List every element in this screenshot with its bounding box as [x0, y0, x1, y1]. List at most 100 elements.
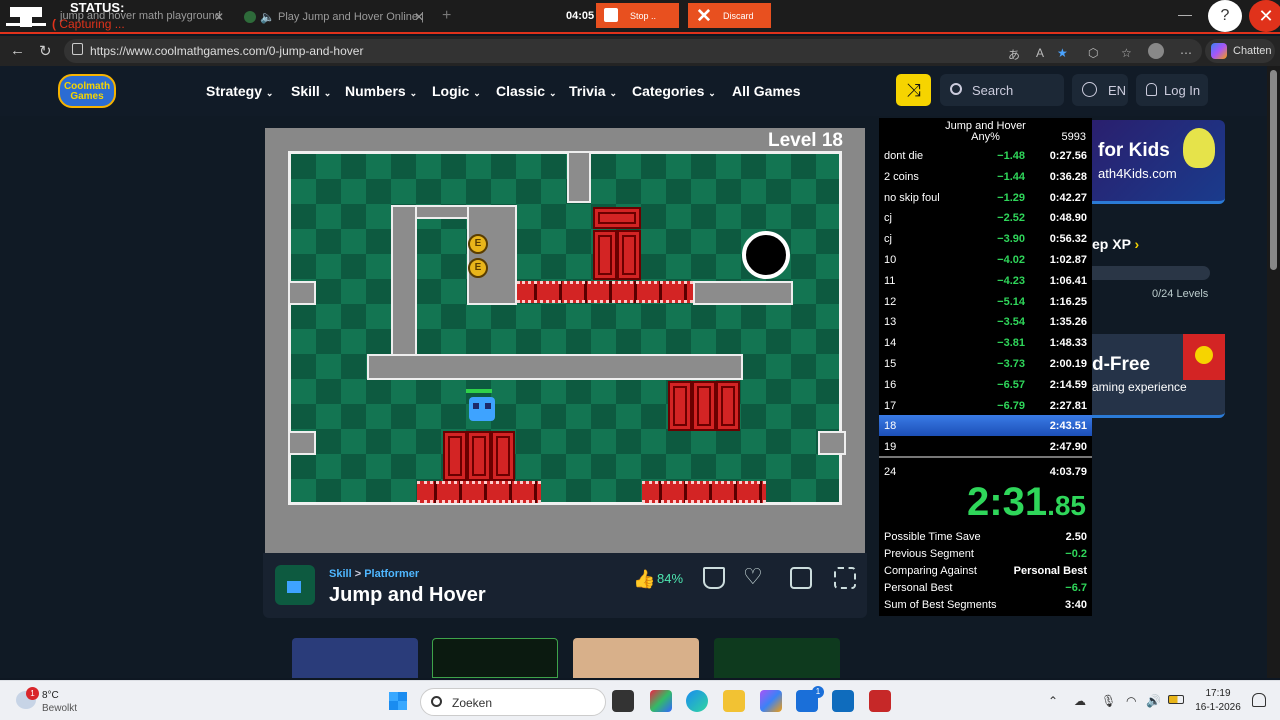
back-arrow-icon[interactable]: ← [10, 42, 25, 59]
profile-avatar-icon[interactable] [1148, 43, 1164, 59]
nav-all-games[interactable]: All Games [732, 83, 800, 99]
translate-icon[interactable]: あ [1008, 46, 1020, 63]
breadcrumb-platformer[interactable]: Platformer [364, 568, 419, 580]
math4kids-ad[interactable]: for Kids ath4Kids.com [1092, 120, 1225, 204]
more-menu-icon[interactable]: ⋯ [1180, 46, 1192, 60]
clock-time: 17:19 [1205, 688, 1231, 699]
coin-icon: E [468, 234, 488, 254]
tab-close-icon[interactable]: ✕ [414, 10, 424, 24]
taskbar-search[interactable]: Zoeken [420, 688, 606, 716]
info-label: Personal Best [884, 582, 953, 594]
copilot-app-icon[interactable] [760, 690, 782, 712]
wall [288, 281, 316, 305]
breadcrumb-skill[interactable]: Skill [329, 568, 352, 580]
tab-title: Play Jump and Hover Online | [278, 11, 424, 23]
tab-play-jump-and-hover[interactable]: 🔈 Play Jump and Hover Online | [236, 5, 432, 29]
red-crate [593, 207, 641, 229]
player-hover-meter [466, 389, 492, 393]
nav-numbers[interactable]: Numbers ⌄ [345, 83, 417, 99]
cloud-sync-icon[interactable]: ☁ [1074, 694, 1086, 708]
splits-info-row: Comparing Against Personal Best [884, 565, 1087, 577]
tab-close-icon[interactable]: ✕ [214, 10, 224, 24]
split-name: dont die [884, 150, 924, 162]
new-tab-icon[interactable]: + [442, 7, 451, 25]
battery-icon[interactable] [1168, 695, 1184, 704]
file-explorer-icon[interactable] [723, 690, 745, 712]
split-time: 2:14.59 [1049, 378, 1087, 391]
stop-recording-button[interactable]: Stop .. [596, 3, 679, 28]
weather-badge: 1 [26, 687, 39, 700]
windows-start-icon[interactable] [388, 691, 408, 711]
nav-logic[interactable]: Logic ⌄ [432, 83, 481, 99]
promo-title: d-Free [1092, 354, 1151, 375]
related-game-thumbnail[interactable] [292, 638, 418, 678]
outlook-icon[interactable] [832, 690, 854, 712]
edge-browser-icon[interactable] [686, 690, 708, 712]
related-game-thumbnail[interactable] [714, 638, 840, 678]
related-game-thumbnail[interactable] [432, 638, 558, 678]
page-scrollbar[interactable] [1267, 66, 1280, 678]
spike-row [417, 481, 541, 503]
read-aloud-icon[interactable]: A [1036, 46, 1044, 60]
login-button[interactable]: Log In [1136, 74, 1208, 106]
site-search-button[interactable]: Search [940, 74, 1064, 106]
minimize-icon[interactable]: — [1178, 6, 1192, 22]
split-time: 4:03.79 [1049, 466, 1087, 478]
fullscreen-icon[interactable] [834, 567, 856, 589]
favorites-icon[interactable]: ☆ [1121, 46, 1132, 60]
thumbs-down-icon[interactable] [703, 567, 725, 589]
split-row: cj −2.52 0:48.90 [879, 207, 1092, 228]
wifi-icon[interactable]: ◠ [1126, 694, 1136, 708]
language-button[interactable]: EN [1072, 74, 1128, 106]
system-clock[interactable]: 17:19 16-1-2026 [1190, 687, 1246, 715]
gamepad-icon [1183, 334, 1225, 380]
extensions-icon[interactable]: ⬡ [1088, 46, 1098, 60]
clock-date: 16-1-2026 [1195, 702, 1241, 713]
nav-categories[interactable]: Categories ⌄ [632, 83, 716, 99]
weather-widget[interactable]: 1 8°C Bewolkt [16, 687, 106, 717]
ad-free-promo[interactable]: d-Free aming experience [1092, 334, 1225, 418]
address-bar[interactable]: https://www.coolmathgames.com/0-jump-and… [64, 39, 1202, 63]
related-game-thumbnail[interactable] [573, 638, 699, 678]
wall [367, 354, 743, 380]
app-icon[interactable] [650, 690, 672, 712]
wall [467, 205, 517, 305]
split-time: 1:02.87 [1049, 254, 1087, 266]
coolmath-logo[interactable]: Coolmath Games [58, 74, 116, 108]
nav-skill[interactable]: Skill ⌄ [291, 83, 331, 99]
copilot-chat-button[interactable]: Chatten [1205, 39, 1275, 63]
xp-link[interactable]: ep XP › [1092, 236, 1139, 252]
login-label: Log In [1164, 83, 1201, 98]
thumbs-up-icon[interactable]: 👍 [633, 569, 655, 589]
discard-recording-button[interactable]: ✕ Discard [688, 3, 771, 28]
split-time: 2:43.51 [1049, 420, 1087, 433]
nav-strategy[interactable]: Strategy ⌄ [206, 83, 273, 99]
close-window-icon[interactable]: ✕ [1249, 0, 1280, 32]
chevron-up-icon[interactable]: ⌃ [1048, 694, 1058, 708]
volume-icon[interactable]: 🔊 [1146, 694, 1161, 708]
wall [567, 151, 591, 203]
scrollbar-thumb[interactable] [1270, 70, 1277, 270]
game-canvas[interactable]: Level 18 E E [265, 128, 865, 553]
speaker-muted-icon[interactable]: 🔈 [260, 10, 275, 24]
random-game-shuffle-icon[interactable]: ⤨ [896, 74, 931, 106]
notification-bell-icon[interactable] [1252, 693, 1266, 707]
favorite-star-icon[interactable]: ★ [1057, 46, 1068, 60]
reload-icon[interactable]: ↻ [39, 42, 52, 60]
url-text: https://www.coolmathgames.com/0-jump-and… [90, 44, 364, 58]
recorder-app-icon[interactable] [869, 690, 891, 712]
discard-button-label: Discard [723, 11, 754, 21]
nav-trivia[interactable]: Trivia ⌄ [569, 83, 617, 99]
help-icon[interactable]: ? [1208, 0, 1242, 32]
search-icon [431, 696, 442, 707]
lock-icon [72, 43, 83, 55]
task-view-icon[interactable] [612, 690, 634, 712]
recorder-capturing-label: ( Capturing ... [52, 17, 125, 31]
microphone-icon[interactable]: 🎙 [1101, 694, 1116, 708]
heart-icon[interactable]: ♡ [743, 564, 763, 590]
nav-classic[interactable]: Classic ⌄ [496, 83, 556, 99]
temperature: 8°C [42, 690, 59, 701]
run-timer: 2:31.85 [967, 480, 1086, 524]
split-delta: −3.81 [997, 337, 1025, 350]
controls-icon[interactable] [790, 567, 812, 589]
